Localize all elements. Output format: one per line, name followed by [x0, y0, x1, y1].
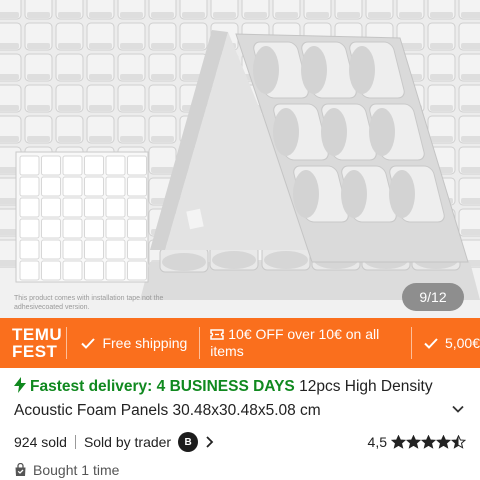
sold-count: 924 sold — [14, 434, 67, 450]
promo-bar[interactable]: TEMU FEST Free shipping 10€ OFF over 10€… — [0, 318, 480, 368]
check-icon — [81, 337, 96, 349]
star-icon — [406, 435, 421, 449]
star-icon — [451, 435, 466, 449]
rating[interactable]: 4,5 — [368, 434, 466, 450]
foam-panel-flat — [15, 151, 149, 283]
fastest-delivery-label: Fastest delivery: 4 BUSINESS DAYS — [30, 378, 295, 395]
check-icon — [424, 337, 438, 349]
next-offer-label: 5,00€ — [444, 335, 480, 351]
coupon-icon — [210, 329, 224, 340]
star-icon — [391, 435, 406, 449]
free-shipping-label: Free shipping — [102, 335, 188, 351]
product-image-gallery[interactable]: This product comes with installation tap… — [0, 0, 480, 318]
star-icon — [421, 435, 436, 449]
product-info: Fastest delivery: 4 BUSINESS DAYS 12pcs … — [0, 368, 480, 480]
seller-link[interactable]: Sold by trader — [84, 434, 171, 450]
star-rating — [391, 435, 466, 449]
product-title-block: Fastest delivery: 4 BUSINESS DAYS 12pcs … — [14, 375, 434, 423]
brand-line-2: FEST — [12, 342, 58, 361]
store-logo-icon[interactable]: B — [178, 432, 199, 452]
expand-title-chevron-icon[interactable] — [450, 401, 466, 417]
image-disclaimer: This product comes with installation tap… — [14, 295, 164, 311]
brand-line-1: TEMU — [12, 325, 63, 344]
meta-divider — [74, 435, 76, 449]
chevron-right-icon[interactable] — [204, 435, 216, 449]
coupon-text: 10€ OFF over 10€ on all items — [210, 326, 399, 360]
bought-label: Bought 1 time — [33, 462, 120, 478]
temu-fest-logo: TEMU FEST — [0, 326, 66, 360]
rating-value: 4,5 — [367, 434, 387, 450]
free-shipping-badge[interactable]: Free shipping — [67, 335, 199, 351]
image-counter: 9/12 — [402, 283, 464, 311]
bought-badge: Bought 1 time — [14, 462, 466, 478]
product-image — [0, 0, 480, 318]
star-icon — [436, 435, 451, 449]
coupon-badge[interactable]: 10€ OFF over 10€ on all items — [200, 326, 411, 360]
coupon-label: 10€ OFF over 10€ on all items — [210, 326, 380, 359]
shopping-bag-icon — [15, 463, 26, 476]
next-offer-badge[interactable]: 5,00€ — [412, 335, 480, 351]
lightning-icon — [14, 377, 26, 393]
